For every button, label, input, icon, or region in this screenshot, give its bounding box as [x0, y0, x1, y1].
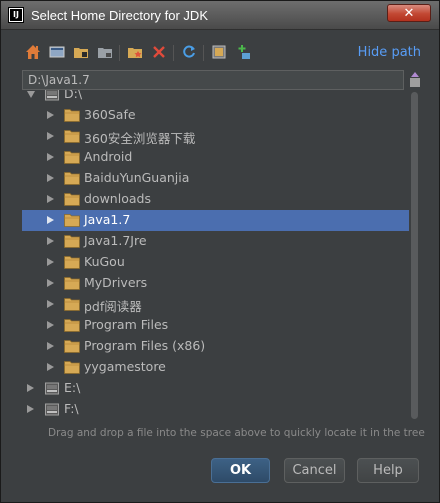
folder-icon — [64, 339, 80, 353]
expand-arrow-right-icon[interactable] — [47, 216, 54, 224]
folder-icon — [64, 318, 80, 332]
toolbar-separator — [203, 45, 204, 61]
ok-button[interactable]: OK — [211, 458, 270, 483]
expand-arrow-right-icon[interactable] — [47, 132, 54, 140]
tree-node-folder[interactable]: pdf阅读器 — [22, 294, 409, 315]
tree-node-drive[interactable]: E:\ — [22, 378, 409, 399]
drag-drop-hint: Drag and drop a file into the space abov… — [48, 427, 425, 439]
folder-icon — [64, 276, 80, 290]
scrollbar-thumb[interactable] — [411, 92, 418, 419]
expand-arrow-right-icon[interactable] — [47, 153, 54, 161]
dialog-window: IJ Select Home Directory for JDK ✕ Hide … — [0, 0, 440, 503]
expand-arrow-right-icon[interactable] — [47, 237, 54, 245]
tree-node-folder[interactable]: Program Files (x86) — [22, 336, 409, 357]
help-button[interactable]: Help — [357, 458, 419, 483]
expand-arrow-right-icon[interactable] — [47, 258, 54, 266]
tree-node-folder[interactable]: MyDrivers — [22, 273, 409, 294]
path-input[interactable]: D:\Java1.7 — [22, 70, 404, 90]
module-icon[interactable] — [95, 42, 115, 62]
tree-node-label: Program Files — [84, 317, 169, 332]
project-icon[interactable] — [71, 42, 91, 62]
new-path-icon[interactable] — [233, 42, 253, 62]
tree-node-label: D:\ — [64, 90, 83, 101]
toolbar-separator — [119, 45, 120, 61]
folder-icon — [64, 192, 80, 206]
tree-node-label: yygamestore — [84, 359, 166, 374]
dialog-title: Select Home Directory for JDK — [31, 8, 208, 23]
expand-arrow-right-icon[interactable] — [47, 174, 54, 182]
tree-node-label: Java1.7 — [84, 212, 131, 227]
tree-node-label: Java1.7Jre — [84, 233, 147, 248]
expand-arrow-down-icon[interactable] — [27, 91, 35, 98]
folder-icon — [64, 108, 80, 122]
folder-icon — [64, 171, 80, 185]
tree-node-label: downloads — [84, 191, 151, 206]
directory-tree[interactable]: D:\ 360Safe 360安全浏览器下载 Android BaiduYunGuanj… — [22, 90, 420, 423]
tree-node-label: 360Safe — [84, 107, 136, 122]
show-hidden-icon[interactable] — [209, 42, 229, 62]
expand-arrow-right-icon[interactable] — [47, 195, 54, 203]
tree-node-folder[interactable]: 360Safe — [22, 105, 409, 126]
home-icon[interactable] — [23, 42, 43, 62]
hide-path-link[interactable]: Hide path — [358, 45, 421, 60]
expand-arrow-right-icon[interactable] — [47, 342, 54, 350]
delete-icon[interactable] — [149, 42, 169, 62]
title-bar[interactable]: IJ Select Home Directory for JDK ✕ — [1, 1, 439, 30]
intellij-app-icon: IJ — [8, 7, 24, 23]
expand-arrow-right-icon[interactable] — [47, 363, 54, 371]
close-button[interactable]: ✕ — [387, 4, 431, 22]
tree-node-label: 360安全浏览器下载 — [84, 131, 196, 146]
tree-node-folder[interactable]: Java1.7 — [22, 210, 409, 231]
tree-node-label: MyDrivers — [84, 275, 148, 290]
tree-node-folder[interactable]: downloads — [22, 189, 409, 210]
expand-arrow-right-icon[interactable] — [47, 300, 54, 308]
tree-node-drive[interactable]: D:\ — [22, 90, 409, 105]
tree-node-drive[interactable]: F:\ — [22, 399, 409, 420]
expand-arrow-right-icon[interactable] — [47, 111, 54, 119]
tree-node-folder[interactable]: BaiduYunGuanjia — [22, 168, 409, 189]
tree-node-folder[interactable]: yygamestore — [22, 357, 409, 378]
drive-icon — [44, 380, 60, 396]
tree-node-folder[interactable]: KuGou — [22, 252, 409, 273]
tree-node-label: pdf阅读器 — [84, 299, 142, 314]
folder-icon — [64, 234, 80, 248]
folder-icon — [64, 150, 80, 164]
expand-arrow-right-icon[interactable] — [47, 279, 54, 287]
folder-icon — [64, 360, 80, 374]
drive-icon — [44, 90, 60, 102]
tree-node-label: KuGou — [84, 254, 125, 269]
refresh-icon[interactable] — [179, 42, 199, 62]
cancel-button[interactable]: Cancel — [284, 458, 345, 483]
folder-icon — [64, 297, 80, 311]
tree-node-label: E:\ — [64, 380, 81, 395]
expand-arrow-right-icon[interactable] — [47, 321, 54, 329]
toolbar-separator — [173, 45, 174, 61]
desktop-icon[interactable] — [47, 42, 67, 62]
expand-arrow-right-icon[interactable] — [27, 384, 34, 392]
tree-scrollbar[interactable] — [410, 92, 419, 421]
tree-node-folder[interactable]: Android — [22, 147, 409, 168]
tree-node-label: F:\ — [64, 401, 79, 416]
dialog-content: Hide path D:\Java1.7 D:\ 360Safe 360安全浏览器下… — [7, 30, 433, 497]
tree-node-folder[interactable]: 360安全浏览器下载 — [22, 126, 409, 147]
tree-node-label: Program Files (x86) — [84, 338, 206, 353]
folder-icon — [64, 129, 80, 143]
expand-arrow-right-icon[interactable] — [27, 405, 34, 413]
new-folder-icon[interactable] — [125, 42, 145, 62]
tree-node-label: Android — [84, 149, 133, 164]
folder-icon — [64, 255, 80, 269]
path-history-icon[interactable] — [406, 70, 424, 90]
drive-icon — [44, 401, 60, 417]
tree-node-folder[interactable]: Java1.7Jre — [22, 231, 409, 252]
tree-node-label: BaiduYunGuanjia — [84, 170, 190, 185]
tree-node-folder[interactable]: Program Files — [22, 315, 409, 336]
folder-icon — [64, 213, 80, 227]
